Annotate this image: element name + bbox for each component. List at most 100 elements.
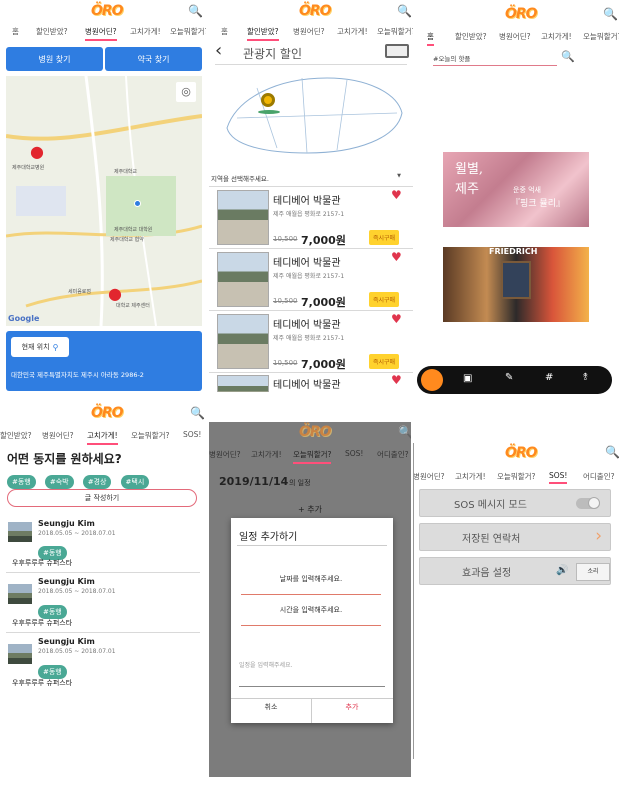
map-pin-icon[interactable]: ● [108, 284, 122, 303]
tab-today[interactable]: 오늘뭐할거? [293, 447, 332, 464]
tab-today[interactable]: 오늘뭐할거? [170, 24, 206, 39]
app-logo[interactable]: ÖRO [505, 445, 538, 461]
item-image[interactable] [217, 252, 269, 307]
chip-lodging[interactable]: #숙박 [44, 475, 74, 489]
post-text[interactable]: 우후루루루 슈퍼스타 [12, 618, 72, 628]
tab-hospital[interactable]: 병원어딘? [499, 29, 531, 44]
sos-mode-row[interactable]: SOS 메시지 모드 [419, 489, 611, 517]
tab-fix[interactable]: 고치가게! [87, 428, 118, 445]
tab-today[interactable]: 오늘뭐할거? [377, 24, 413, 39]
feed-card-pink-muhly[interactable]: 윌별, 제주 운중 억새 『핑크 뮬리』 [443, 152, 589, 227]
saved-contacts-row[interactable]: 저장된 연락처 › [419, 523, 611, 551]
tab-sos[interactable]: SOS! [183, 428, 201, 441]
tab-discount[interactable]: 할인받았? [36, 24, 68, 39]
add-schedule-button[interactable]: + 추가 [219, 504, 401, 515]
tab-fix[interactable]: 고치가게! [130, 24, 161, 39]
schedule-date[interactable]: 2019/11/14 [219, 475, 288, 488]
item-image[interactable] [217, 190, 269, 245]
tab-today[interactable]: 오늘뭐할거? [583, 29, 619, 44]
write-post-button[interactable]: 글 작성하기 [7, 489, 197, 507]
share-icon[interactable]: ⥉ [583, 372, 588, 383]
item-name[interactable]: 테디베어 박물관 [273, 376, 341, 391]
tab-today[interactable]: 오늘뭐할거? [497, 469, 535, 484]
tab-sos[interactable]: SOS! [549, 469, 568, 484]
tab-where[interactable]: 어디출인? [583, 469, 615, 484]
edit-icon[interactable]: ✎ [505, 372, 513, 383]
jeju-map[interactable] [217, 68, 407, 158]
heart-icon[interactable]: ♥ [391, 312, 402, 326]
printer-icon[interactable] [385, 44, 409, 58]
item-image[interactable] [217, 375, 269, 392]
post-text[interactable]: 우후루루루 슈퍼스타 [12, 558, 72, 568]
search-icon[interactable]: 🔍 [603, 7, 618, 21]
sound-select[interactable]: 소리 [576, 563, 610, 581]
record-button-icon[interactable] [421, 369, 443, 391]
item-name[interactable]: 테디베어 박물관 [273, 254, 341, 269]
chip-companion[interactable]: #동행 [7, 475, 36, 489]
screenshot-icon[interactable]: ▣ [463, 373, 472, 384]
post-author[interactable]: Seungju Kim [38, 637, 95, 646]
cancel-button[interactable]: 취소 [231, 702, 311, 712]
app-logo[interactable]: ÖRO [299, 424, 332, 440]
search-icon[interactable]: 🔍 [605, 445, 619, 459]
map-pin-icon[interactable]: ● [30, 142, 44, 161]
search-icon[interactable]: 🔍 [188, 4, 203, 18]
add-button[interactable]: 추가 [312, 702, 392, 712]
hashtag-icon[interactable]: # [545, 372, 553, 383]
map-view[interactable]: 제주대학교병원 제주대학교 제주대학교 대학원 제주대학교 협약 세미음료점 대… [6, 76, 202, 326]
buy-now-button[interactable]: 즉시구매 [369, 230, 400, 245]
item-name[interactable]: 테디베어 박물관 [273, 316, 341, 331]
search-icon[interactable]: 🔍 [561, 50, 575, 63]
tab-today[interactable]: 오늘뭐할거? [131, 428, 169, 443]
memo-field[interactable]: 일정을 입력해주세요. [239, 660, 293, 669]
post-text[interactable]: 우후루루루 슈퍼스타 [12, 678, 72, 688]
back-arrow-icon[interactable]: ‹ [215, 40, 222, 61]
time-field[interactable]: 시간을 입력해주세요. [241, 605, 381, 615]
tab-hospital[interactable]: 병원어딘? [293, 24, 325, 39]
app-logo[interactable]: ÖRO [91, 3, 124, 19]
feed-card-gallery[interactable]: FRIEDRICH [443, 247, 589, 322]
current-location-button[interactable]: 현재 위치 ⚲ [11, 337, 69, 357]
app-logo[interactable]: ÖRO [91, 405, 124, 421]
search-icon[interactable]: 🔍 [397, 4, 412, 18]
search-icon[interactable]: 🔍 [398, 425, 411, 439]
tab-hospital[interactable]: 병원어딘? [413, 469, 445, 484]
locate-icon[interactable]: ◎ [176, 82, 196, 102]
tab-fix[interactable]: 고치가게! [251, 447, 282, 462]
post-author[interactable]: Seungju Kim [38, 577, 95, 586]
date-field[interactable]: 날짜를 입력해주세요. [241, 574, 381, 584]
heart-icon[interactable]: ♥ [391, 250, 402, 264]
app-logo[interactable]: ÖRO [505, 6, 538, 22]
tab-discount[interactable]: 할인받았? [0, 428, 32, 443]
search-icon[interactable]: 🔍 [190, 406, 205, 420]
find-pharmacy-button[interactable]: 약국 찾기 [105, 47, 202, 71]
tab-hospital[interactable]: 병원어딘? [209, 447, 241, 462]
region-select[interactable]: 지역을 선택해주세요. ▼ [211, 173, 407, 183]
item-image[interactable] [217, 314, 269, 369]
tab-home[interactable]: 홈 [12, 24, 19, 39]
item-name[interactable]: 테디베어 박물관 [273, 192, 341, 207]
tab-fix[interactable]: 고치가게! [455, 469, 486, 484]
tab-home[interactable]: 홈 [221, 24, 228, 39]
tab-hospital[interactable]: 병원어딘? [85, 24, 117, 41]
heart-icon[interactable]: ♥ [391, 188, 402, 202]
post-author[interactable]: Seungju Kim [38, 519, 95, 528]
find-hospital-button[interactable]: 병원 찾기 [6, 47, 103, 71]
tab-discount[interactable]: 할인받았? [455, 29, 487, 44]
heart-icon[interactable]: ♥ [391, 373, 402, 387]
app-logo[interactable]: ÖRO [299, 3, 332, 19]
sound-setting-row[interactable]: 효과음 설정 🔊 소리 [419, 557, 611, 585]
sos-mode-toggle[interactable] [576, 497, 600, 509]
tab-fix[interactable]: 고치가게! [337, 24, 368, 39]
tab-discount[interactable]: 할인받았? [247, 24, 279, 41]
buy-now-button[interactable]: 즉시구매 [369, 292, 400, 307]
tab-sos[interactable]: SOS! [345, 447, 363, 460]
tab-hospital[interactable]: 병원어딘? [42, 428, 74, 443]
chip-region[interactable]: #경상 [82, 475, 112, 489]
tab-home[interactable]: 홈 [427, 29, 434, 46]
hashtag-search-input[interactable]: #오늘의 핫플 [433, 53, 557, 66]
tab-where[interactable]: 어디출인? [377, 447, 409, 462]
chip-taxi[interactable]: #택시 [120, 475, 150, 489]
tab-fix[interactable]: 고치가게! [541, 29, 572, 44]
buy-now-button[interactable]: 즉시구매 [369, 354, 400, 369]
